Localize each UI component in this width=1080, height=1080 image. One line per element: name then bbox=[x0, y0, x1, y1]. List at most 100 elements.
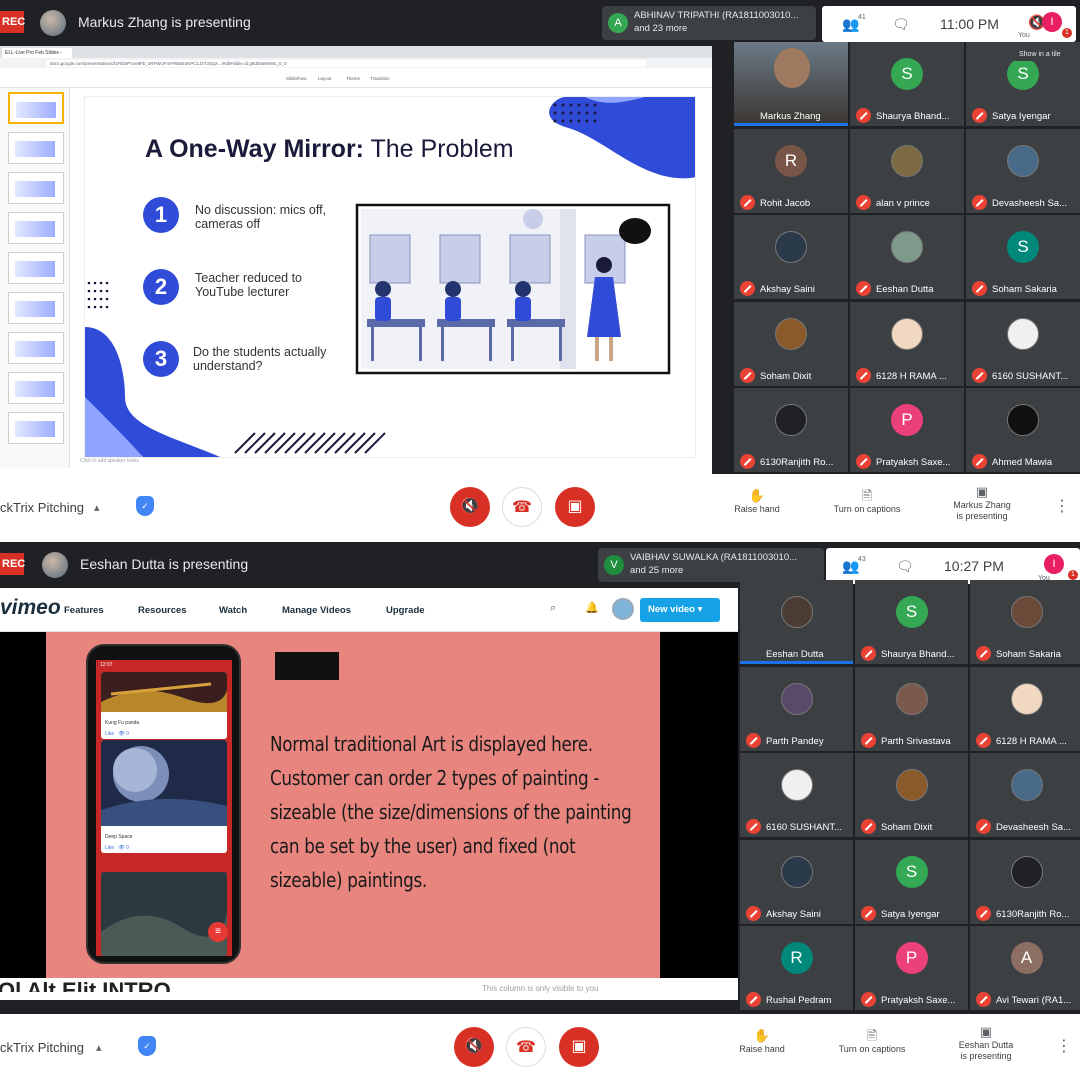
avatar: P bbox=[895, 942, 928, 974]
meeting-name[interactable]: ckTrix Pitching bbox=[0, 500, 84, 515]
new-video-button[interactable]: New video ▾ bbox=[640, 598, 720, 622]
captions-button[interactable]: 🖹 Turn on captions bbox=[825, 489, 909, 515]
participant-tile[interactable]: Eeshan Dutta bbox=[850, 215, 964, 299]
you-avatar[interactable]: I bbox=[1042, 12, 1062, 32]
fab-button[interactable]: ≡ bbox=[208, 922, 228, 942]
menu-transition[interactable]: Transition bbox=[370, 76, 390, 81]
slide-thumb[interactable] bbox=[8, 332, 64, 364]
more-options-icon[interactable]: ⋮ bbox=[1056, 1036, 1072, 1056]
mic-off-button[interactable]: 🔇 bbox=[454, 1027, 494, 1067]
art-like[interactable]: Like 👁 0 bbox=[101, 843, 227, 853]
you-avatar[interactable]: I bbox=[1044, 554, 1064, 574]
nav-upgrade[interactable]: Upgrade bbox=[386, 605, 425, 616]
nav-manage-videos[interactable]: Manage Videos bbox=[282, 605, 351, 616]
slide-thumb[interactable] bbox=[8, 132, 64, 164]
participant-tile[interactable]: 6130Ranjith Ro... bbox=[970, 839, 1080, 924]
participant-tile[interactable]: S Soham Sakaria bbox=[966, 215, 1080, 299]
leave-call-button[interactable]: ☎ bbox=[502, 487, 542, 527]
participant-tile[interactable]: Eeshan Dutta bbox=[740, 580, 853, 664]
participant-tile[interactable]: Devasheesh Sa... bbox=[966, 128, 1080, 213]
raise-hand-button[interactable]: ✋ Raise hand bbox=[715, 489, 799, 515]
slide-thumb[interactable] bbox=[8, 412, 64, 444]
participant-tile[interactable]: 6128 H RAMA ... bbox=[850, 301, 964, 386]
joined-notification[interactable]: A ABHINAV TRIPATHI (RA1811003010... and … bbox=[602, 6, 816, 40]
vimeo-logo[interactable]: vimeo bbox=[0, 596, 61, 620]
slide-thumb[interactable] bbox=[8, 212, 64, 244]
participant-tile[interactable]: R Rushal Pedram bbox=[740, 926, 853, 1010]
participant-tile[interactable]: A Avi Tewari (RA1... bbox=[970, 926, 1080, 1010]
participant-tile[interactable]: Soham Sakaria bbox=[970, 580, 1080, 664]
shield-icon[interactable]: ✓ bbox=[138, 1036, 156, 1056]
speaker-notes[interactable]: Click to add speaker notes bbox=[80, 458, 139, 464]
participant-tile[interactable]: S Shaurya Bhand... bbox=[850, 42, 964, 126]
participant-tile[interactable]: alan v prince bbox=[850, 128, 964, 213]
menu-slideshow[interactable]: Slideshow bbox=[286, 76, 307, 81]
slide-thumb[interactable] bbox=[8, 372, 64, 404]
participant-tile[interactable]: 6128 H RAMA ... bbox=[970, 666, 1080, 751]
art-card[interactable]: Kung Fu panda Like 👁 0 bbox=[101, 672, 227, 739]
url-field[interactable]: docs.google.com/presentation/d/1FEfaPVxe… bbox=[46, 60, 646, 67]
participant-tile[interactable]: Parth Srivastava bbox=[855, 666, 968, 751]
art-card[interactable]: Deep Space Like 👁 0 bbox=[101, 740, 227, 853]
participant-tile[interactable]: Akshay Saini bbox=[734, 215, 848, 299]
participant-tile[interactable]: 6160 SUSHANT... bbox=[966, 301, 1080, 386]
people-icon[interactable]: 👥 bbox=[842, 16, 859, 33]
participant-name: Soham Sakaria bbox=[996, 649, 1061, 660]
captions-button[interactable]: 🖹 Turn on captions bbox=[830, 1029, 914, 1055]
slide-thumb[interactable] bbox=[8, 252, 64, 284]
meeting-name[interactable]: ckTrix Pitching bbox=[0, 1040, 84, 1055]
avatar: S bbox=[895, 596, 928, 628]
art-like[interactable]: Like 👁 0 bbox=[101, 729, 227, 739]
art-card[interactable] bbox=[101, 872, 227, 956]
more-options-icon[interactable]: ⋮ bbox=[1054, 496, 1070, 516]
show-in-tile-tooltip[interactable]: Show in a tile bbox=[1014, 48, 1066, 61]
menu-layout[interactable]: Layout bbox=[318, 76, 332, 81]
phone-time: 12:07 bbox=[100, 662, 113, 668]
participant-tile[interactable]: Markus Zhang bbox=[734, 42, 848, 126]
participant-name: Rushal Pedram bbox=[766, 995, 832, 1006]
avatar[interactable] bbox=[612, 598, 634, 620]
chevron-up-icon[interactable]: ▴ bbox=[94, 501, 100, 514]
participant-tile[interactable]: P Pratyaksh Saxe... bbox=[850, 388, 964, 472]
notification-dot: 1 bbox=[1068, 570, 1078, 580]
people-icon[interactable]: 👥 bbox=[842, 558, 859, 575]
participant-name: Rohit Jacob bbox=[760, 197, 811, 209]
presenting-button[interactable]: ▣ Eeshan Dutta is presenting bbox=[944, 1025, 1028, 1062]
avatar: R bbox=[775, 144, 807, 177]
participant-tile[interactable]: Devasheesh Sa... bbox=[970, 753, 1080, 837]
participant-tile[interactable]: Soham Dixit bbox=[855, 753, 968, 837]
slide-thumb[interactable] bbox=[8, 92, 64, 124]
menu-theme[interactable]: Theme bbox=[346, 76, 360, 81]
participant-tile[interactable]: Soham Dixit bbox=[734, 301, 848, 386]
camera-off-button[interactable]: ▣ bbox=[559, 1027, 599, 1067]
participant-tile[interactable]: S Satya Iyengar bbox=[855, 839, 968, 924]
nav-features[interactable]: Features bbox=[64, 605, 104, 616]
mic-off-button[interactable]: 🔇 bbox=[450, 487, 490, 527]
nav-resources[interactable]: Resources bbox=[138, 605, 187, 616]
joined-notification[interactable]: V VAIBHAV SUWALKA (RA1811003010... and 2… bbox=[598, 548, 824, 582]
presenting-button[interactable]: ▣ Markus Zhang is presenting bbox=[940, 485, 1024, 522]
bell-icon[interactable]: 🔔 bbox=[585, 601, 599, 614]
participant-tile[interactable]: 6160 SUSHANT... bbox=[740, 753, 853, 837]
chevron-up-icon[interactable]: ▴ bbox=[96, 1041, 102, 1054]
browser-tab[interactable]: ELL-Live Pro Feb Slides - Google... bbox=[2, 48, 72, 66]
participant-tile[interactable]: Akshay Saini bbox=[740, 839, 853, 924]
chat-icon[interactable]: 🗨 bbox=[896, 558, 914, 575]
participant-tile[interactable]: P Pratyaksh Saxe... bbox=[855, 926, 968, 1010]
slide-thumb[interactable] bbox=[8, 172, 64, 204]
participant-tile[interactable]: 6130Ranjith Ro... bbox=[734, 388, 848, 472]
participant-tile[interactable]: Ahmed Mawia bbox=[966, 388, 1080, 472]
nav-watch[interactable]: Watch bbox=[219, 605, 247, 616]
participant-tile[interactable]: R Rohit Jacob bbox=[734, 128, 848, 213]
shield-icon[interactable]: ✓ bbox=[136, 496, 154, 516]
participant-tile[interactable]: Parth Pandey bbox=[740, 666, 853, 751]
camera-off-button[interactable]: ▣ bbox=[555, 487, 595, 527]
presenter-text: Markus Zhang is presenting bbox=[78, 14, 251, 30]
leave-call-button[interactable]: ☎ bbox=[506, 1027, 546, 1067]
slide-thumb[interactable] bbox=[8, 292, 64, 324]
phone-screen: 12:07 Kung Fu panda Like 👁 0 Deep Space … bbox=[96, 660, 232, 956]
participant-tile[interactable]: S Shaurya Bhand... bbox=[855, 580, 968, 664]
chat-icon[interactable]: 🗨 bbox=[892, 16, 910, 33]
raise-hand-button[interactable]: ✋ Raise hand bbox=[720, 1029, 804, 1055]
search-icon[interactable]: ⌕ bbox=[550, 602, 556, 615]
